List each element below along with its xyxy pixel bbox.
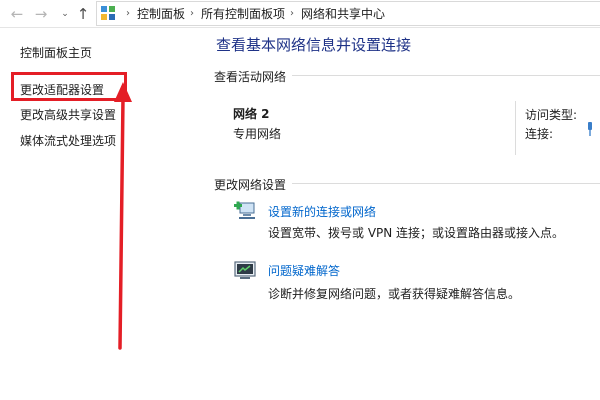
troubleshoot-link[interactable]: 问题疑难解答: [268, 262, 340, 279]
section-divider: [292, 183, 600, 184]
troubleshoot-desc: 诊断并修复网络问题，或者获得疑难解答信息。: [268, 287, 521, 301]
network-type: 专用网络: [233, 127, 282, 141]
address-bar: ← → ⌄ ↑ › 控制面板 › 所有控制面板项 › 网络和共享中心: [0, 0, 600, 28]
breadcrumb-control-panel[interactable]: 控制面板: [137, 5, 185, 22]
up-arrow-icon[interactable]: ↑: [72, 3, 94, 25]
ethernet-icon[interactable]: [586, 122, 594, 136]
back-arrow-icon[interactable]: ←: [6, 3, 28, 25]
breadcrumb-separator-icon: ›: [190, 8, 195, 19]
change-settings-heading: 更改网络设置: [214, 178, 287, 192]
page-title: 查看基本网络信息并设置连接: [216, 36, 412, 54]
setup-new-connection-desc: 设置宽带、拨号或 VPN 连接；或设置路由器或接入点。: [268, 226, 565, 240]
new-connection-icon: [234, 201, 255, 219]
sidebar-item-advanced-sharing[interactable]: 更改高级共享设置: [20, 106, 116, 123]
control-panel-icon: [101, 5, 117, 22]
sidebar-item-control-panel-home[interactable]: 控制面板主页: [20, 44, 92, 61]
forward-arrow-icon[interactable]: →: [30, 3, 52, 25]
network-info-divider: [515, 101, 516, 155]
breadcrumb-all-items[interactable]: 所有控制面板项: [201, 5, 285, 22]
troubleshoot-icon: [234, 261, 256, 279]
section-divider: [292, 75, 600, 76]
breadcrumb-network-center[interactable]: 网络和共享中心: [301, 5, 385, 22]
breadcrumb-separator-icon: ›: [290, 8, 295, 19]
connection-label: 连接:: [525, 127, 554, 141]
network-name: 网络 2: [233, 107, 270, 121]
breadcrumb-separator-icon: ›: [126, 8, 130, 19]
active-networks-heading: 查看活动网络: [214, 70, 287, 84]
breadcrumb[interactable]: › 控制面板 › 所有控制面板项 › 网络和共享中心: [96, 1, 600, 26]
access-type-label: 访问类型:: [525, 108, 578, 122]
annotation-highlight-box: [11, 72, 127, 101]
setup-new-connection-link[interactable]: 设置新的连接或网络: [268, 203, 376, 220]
sidebar-item-media-streaming[interactable]: 媒体流式处理选项: [20, 132, 116, 149]
